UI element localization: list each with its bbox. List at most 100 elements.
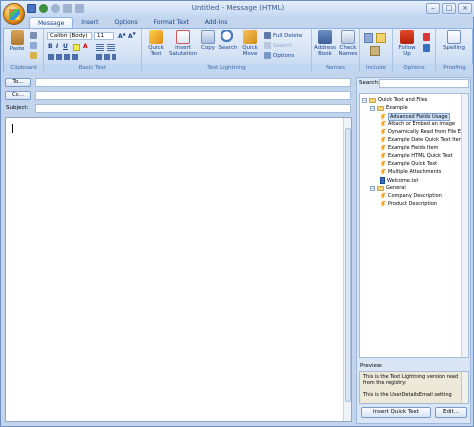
tab-message[interactable]: Message — [29, 17, 74, 28]
office-button[interactable] — [3, 3, 25, 25]
save-icon[interactable] — [27, 4, 36, 13]
italic-icon[interactable]: I — [56, 43, 58, 50]
tab-insert[interactable]: Insert — [73, 17, 106, 28]
insert-salutation-button[interactable]: Insert Salutation — [169, 30, 197, 57]
indent-icons[interactable] — [96, 54, 116, 60]
check-names-icon — [341, 30, 355, 44]
collapse-icon[interactable]: − — [362, 97, 367, 103]
redo-icon[interactable] — [51, 4, 60, 13]
options-small-button[interactable]: Options — [264, 52, 294, 59]
bullets-icon[interactable] — [96, 44, 104, 51]
collapse-icon[interactable]: − — [370, 105, 375, 111]
tree-folder-general[interactable]: − General — [370, 185, 406, 191]
paste-button[interactable]: Paste — [7, 30, 27, 52]
tree-item[interactable]: Example Date Quick Text Item — [380, 137, 464, 143]
tab-options[interactable]: Options — [107, 17, 146, 28]
body-scrollbar[interactable] — [343, 118, 351, 421]
signature-icon[interactable] — [370, 46, 380, 56]
copy-button[interactable]: Copy — [199, 30, 217, 51]
format-painter-icon — [30, 52, 37, 59]
quick-access-toolbar — [27, 4, 84, 13]
subject-label: Subject: — [6, 105, 29, 111]
up-arrow-icon[interactable] — [63, 4, 72, 13]
preview-scrollbar[interactable] — [461, 372, 468, 403]
body-scroll-thumb[interactable] — [345, 128, 351, 402]
undo-icon[interactable] — [39, 4, 48, 13]
to-field[interactable] — [35, 78, 351, 87]
search-input[interactable] — [379, 79, 469, 88]
tree-scrollbar[interactable] — [461, 94, 468, 357]
font-size-combo[interactable]: 11 — [94, 32, 114, 40]
search-button[interactable]: Search — [218, 30, 238, 51]
tree-item-file[interactable]: Welcome.txt — [380, 177, 418, 184]
highlight-icon[interactable] — [73, 44, 80, 51]
group-proofing: Spelling Proofing — [436, 29, 473, 72]
tree-item[interactable]: Multiple Attachments — [380, 169, 441, 175]
lightning-icon — [380, 114, 386, 120]
tree-item[interactable]: Example Quick Text — [380, 161, 437, 167]
lightning-icon — [380, 193, 386, 199]
cc-field[interactable] — [35, 91, 351, 100]
search-small-button[interactable]: Search — [264, 42, 292, 49]
tree-item[interactable]: Attach or Embed an Image — [380, 121, 455, 127]
search-icon — [221, 30, 235, 44]
lightning-icon — [149, 30, 163, 44]
tree-item[interactable]: Advanced Fields Usage — [380, 113, 450, 121]
insert-quick-text-button[interactable]: Insert Quick Text — [361, 407, 431, 418]
quick-move-button[interactable]: Quick Move — [240, 30, 260, 57]
lightning-icon — [380, 121, 386, 127]
tree-root[interactable]: − Quick Text and Files — [362, 97, 427, 103]
lightning-icon — [380, 153, 386, 159]
tree-folder-example[interactable]: − Example — [370, 105, 408, 111]
format-painter-button[interactable] — [30, 52, 37, 59]
low-importance-icon[interactable] — [423, 44, 430, 52]
message-body[interactable] — [5, 117, 352, 422]
minimize-button[interactable]: – — [426, 3, 440, 14]
follow-up-button[interactable]: Follow Up — [395, 30, 419, 57]
edit-button[interactable]: Edit... — [435, 407, 467, 418]
font-combo[interactable]: Calibri (Body) — [47, 32, 92, 40]
ribbon-tabs: Message Insert Options Format Text Add-I… — [29, 17, 235, 28]
preview-line: This is the UserDetailsEmail setting — [363, 392, 452, 398]
copy-small-button[interactable] — [30, 42, 37, 49]
maximize-button[interactable]: □ — [442, 3, 456, 14]
check-names-button[interactable]: Check Names — [337, 30, 359, 57]
tree-item[interactable]: Product Description — [380, 201, 437, 207]
tree-item[interactable]: Example HTML Quick Text — [380, 153, 453, 159]
group-label-names: Names — [312, 64, 359, 72]
subject-field[interactable] — [35, 104, 351, 113]
down-arrow-icon[interactable] — [75, 4, 84, 13]
lightning-icon — [380, 201, 386, 207]
address-book-button[interactable]: Address Book — [314, 30, 336, 57]
grow-font-icon[interactable]: A▲ — [118, 31, 126, 40]
spelling-button[interactable]: Spelling — [441, 30, 467, 51]
numbering-icon[interactable] — [107, 44, 115, 51]
to-button[interactable]: To... — [5, 78, 31, 87]
high-importance-icon[interactable] — [423, 33, 430, 41]
underline-icon[interactable]: U — [63, 43, 68, 50]
attach-item-icon[interactable] — [376, 33, 386, 43]
attach-file-icon[interactable] — [364, 33, 373, 43]
tab-format-text[interactable]: Format Text — [146, 17, 197, 28]
collapse-icon[interactable]: − — [370, 185, 375, 191]
tree-item[interactable]: Example Fields Item — [380, 145, 438, 151]
tree-item[interactable]: Company Description — [380, 193, 442, 199]
tree-item[interactable]: Dynamically Read from File Exa — [380, 129, 467, 135]
spelling-icon — [447, 30, 461, 44]
group-label-basic-text: Basic Text — [44, 64, 141, 72]
shrink-font-icon[interactable]: A▼ — [128, 31, 136, 40]
close-button[interactable]: × — [458, 3, 472, 14]
tab-add-ins[interactable]: Add-Ins — [197, 17, 235, 28]
quick-text-button[interactable]: Quick Text — [145, 30, 167, 57]
align-icons[interactable] — [48, 54, 78, 60]
lightning-icon — [380, 145, 386, 151]
options-icon — [264, 52, 271, 59]
lightning-icon — [380, 129, 386, 135]
cut-button[interactable] — [30, 32, 37, 39]
group-basic-text: Calibri (Body) 11 A▲ A▼ B I U A Basic Te… — [44, 29, 142, 72]
bold-icon[interactable]: B — [48, 43, 53, 50]
folder-icon — [369, 97, 376, 103]
cc-button[interactable]: Cc... — [5, 91, 31, 100]
full-delete-button[interactable]: Full Delete — [264, 32, 302, 39]
font-color-icon[interactable]: A — [83, 43, 88, 50]
